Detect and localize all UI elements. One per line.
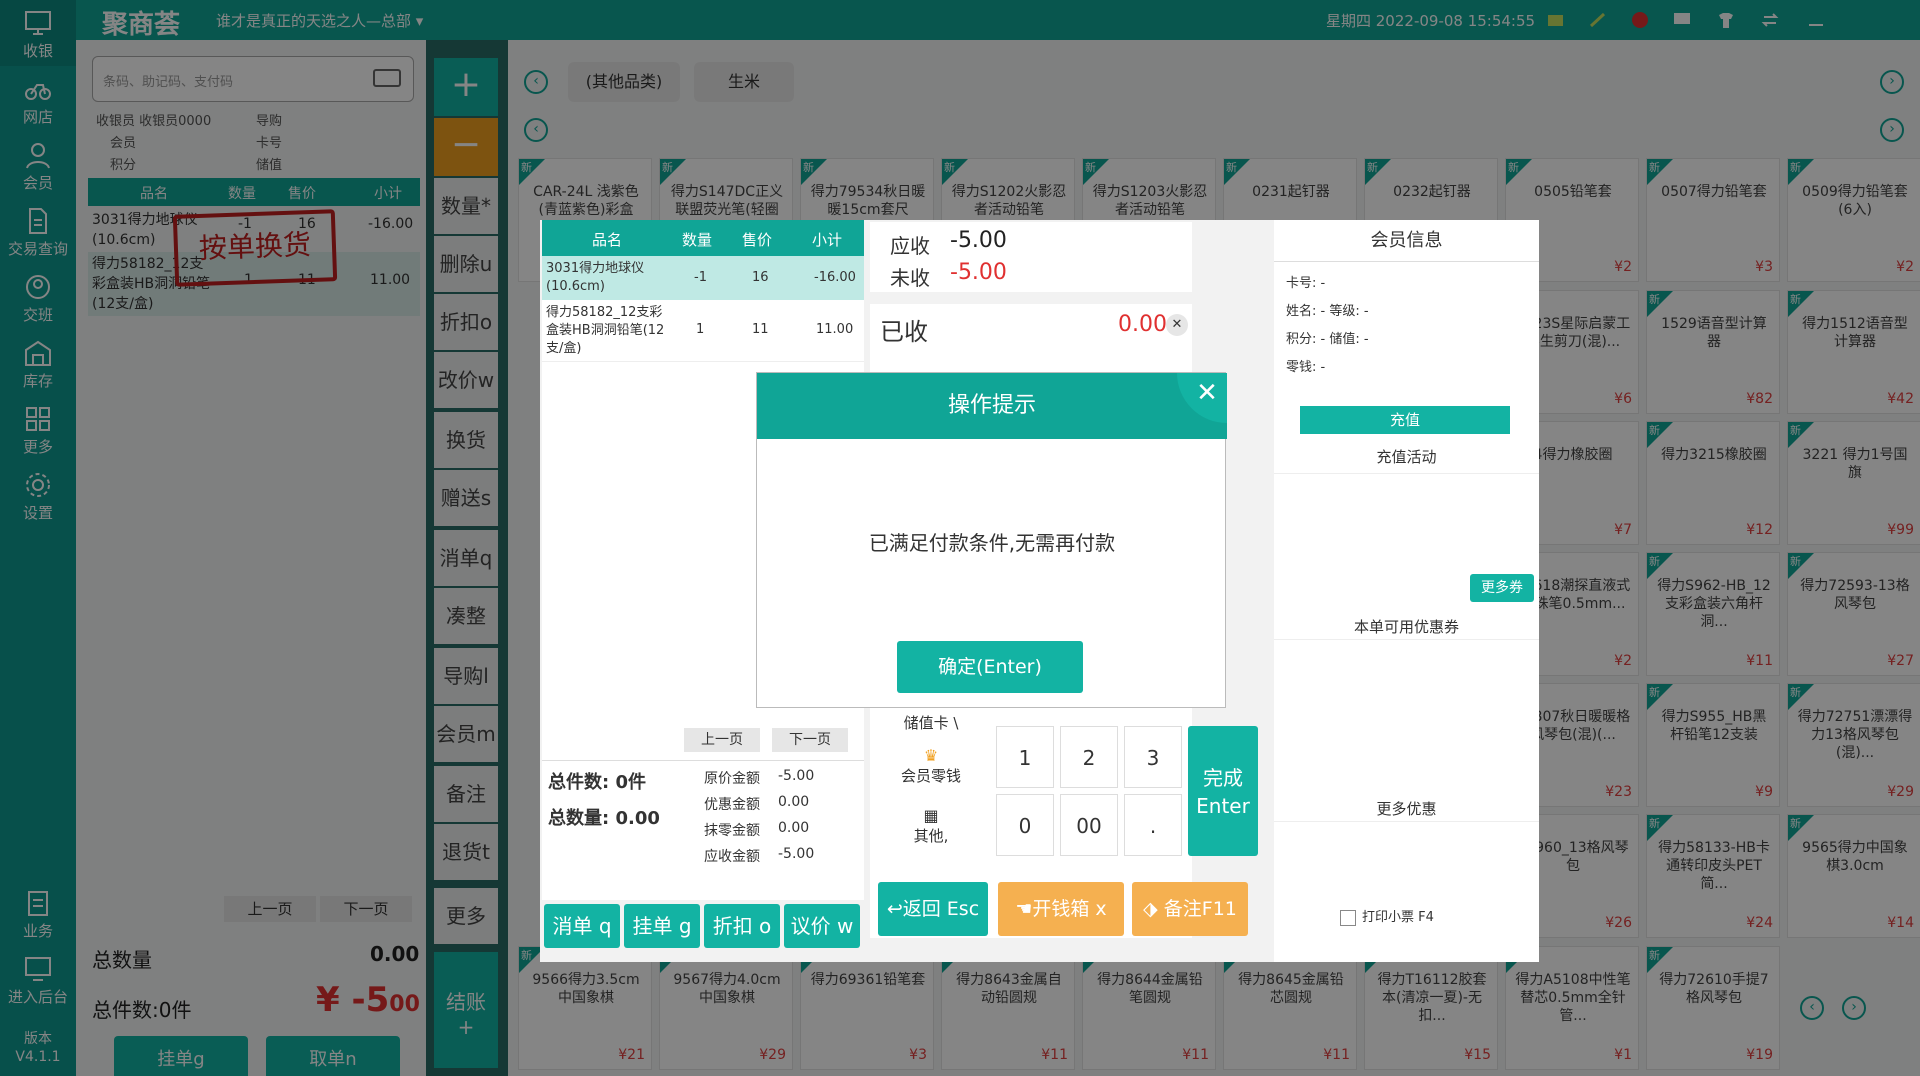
card-row: 卡号: - <box>1286 272 1325 291</box>
card-label: 卡号: <box>1286 276 1317 291</box>
amount-due-box: 应收 -5.00 未收 -5.00 <box>870 222 1192 292</box>
disc-label: 优惠金额 <box>704 797 760 813</box>
print-label: 打印小票 F4 <box>1362 910 1434 925</box>
row-price: 16 <box>752 270 769 285</box>
stored-card-label: 储值卡 \ <box>903 714 959 732</box>
key-00[interactable]: 00 <box>1060 794 1118 856</box>
cancel-order-button[interactable]: 消单 q <box>544 904 620 948</box>
complete-key: Enter <box>1196 794 1250 818</box>
level-label: 等级: <box>1329 304 1360 319</box>
col-subtotal: 小计 <box>812 231 843 249</box>
bargain-button[interactable]: 议价 w <box>784 904 860 948</box>
change-row: 零钱: - <box>1286 356 1325 375</box>
pay-table-header: 品名 数量 售价 小计 <box>542 220 864 256</box>
paid-label: 已收 <box>880 318 928 346</box>
balance-value: - <box>1363 332 1369 347</box>
stored-card-option[interactable]: 储值卡 \ <box>876 712 986 733</box>
key-dot[interactable]: . <box>1124 794 1182 856</box>
key-2[interactable]: 2 <box>1060 726 1118 788</box>
hand-icon: ☚ <box>1015 898 1033 920</box>
alert-title: 操作提示 <box>757 373 1227 439</box>
alert-message: 已满足付款条件,无需再付款 <box>868 531 1116 555</box>
receivable-label: 应收 <box>890 234 930 258</box>
orig-label: 原价金额 <box>704 771 760 787</box>
clear-icon[interactable]: ✕ <box>1166 314 1188 336</box>
table-row[interactable]: 得力58182_12支彩盒装HB洞洞铅笔(12支/盒) 1 11 11.00 <box>542 300 864 362</box>
divider <box>542 760 864 761</box>
more-coupons-button[interactable]: 更多券 <box>1470 574 1534 602</box>
key-1[interactable]: 1 <box>996 726 1054 788</box>
card-value: - <box>1320 276 1326 291</box>
member-info-panel: 会员信息 卡号: - 姓名: - 等级: - 积分: - 储值: - 零钱: -… <box>1274 220 1539 962</box>
print-receipt-toggle[interactable]: 打印小票 F4 <box>1340 906 1434 926</box>
paid-value: 0.00 <box>1118 312 1167 337</box>
crown-icon: ♛ <box>923 746 939 765</box>
points-value: - <box>1320 332 1326 347</box>
col-qty: 数量 <box>682 231 713 249</box>
row-name: 得力58182_12支彩盒装HB洞洞铅笔(12支/盒) <box>546 305 665 356</box>
disc-value: 0.00 <box>778 794 810 810</box>
row-subtotal: -16.00 <box>814 270 856 285</box>
unpaid-label: 未收 <box>890 266 930 290</box>
pay-total-qty: 总数量: 0.00 <box>548 808 660 829</box>
other-option[interactable]: ▦ 其他, <box>876 806 986 846</box>
balance-label: 储值: <box>1329 332 1360 347</box>
unpaid-value: -5.00 <box>950 260 1007 285</box>
apps-icon: ▦ <box>923 806 939 825</box>
receivable-value: -5.00 <box>950 228 1007 253</box>
print-checkbox[interactable] <box>1340 909 1356 926</box>
level-value: - <box>1363 304 1369 319</box>
drawer-label: 开钱箱 x <box>1032 898 1107 920</box>
back-label: 返回 Esc <box>902 898 980 920</box>
round-label: 抹零金额 <box>704 823 760 839</box>
member-change-option[interactable]: ♛ 会员零钱 <box>876 746 986 786</box>
name-row: 姓名: - 等级: - <box>1286 300 1369 319</box>
note-label: 备注F11 <box>1163 898 1237 920</box>
row-qty: 1 <box>696 322 705 337</box>
change-value: - <box>1320 360 1326 375</box>
row-name: 3031得力地球仪(10.6cm) <box>546 261 645 294</box>
hold-order-button[interactable]: 挂单 g <box>624 904 700 948</box>
available-coupons-label: 本单可用优惠券 <box>1274 616 1539 640</box>
back-arrow-icon: ↩ <box>886 898 903 920</box>
recharge-button[interactable]: 充值 <box>1300 406 1510 434</box>
orig-value: -5.00 <box>778 768 815 784</box>
key-0[interactable]: 0 <box>996 794 1054 856</box>
more-discounts[interactable]: 更多优惠 <box>1274 798 1539 822</box>
open-drawer-button[interactable]: ☚开钱箱 x <box>998 882 1124 936</box>
complete-label: 完成 <box>1203 766 1243 790</box>
member-info-title: 会员信息 <box>1274 220 1539 262</box>
prev-page-button[interactable]: 上一页 <box>684 728 760 752</box>
due-value: -5.00 <box>778 846 815 862</box>
name-value: - <box>1320 304 1326 319</box>
points-row: 积分: - 储值: - <box>1286 328 1369 347</box>
name-label: 姓名: <box>1286 304 1317 319</box>
change-label: 零钱: <box>1286 360 1317 375</box>
discount-button[interactable]: 折扣 o <box>704 904 780 948</box>
col-name: 品名 <box>592 231 623 249</box>
key-3[interactable]: 3 <box>1124 726 1182 788</box>
points-label: 积分: <box>1286 332 1317 347</box>
back-button[interactable]: ↩返回 Esc <box>878 882 988 936</box>
complete-button[interactable]: 完成 Enter <box>1188 726 1258 856</box>
row-qty: -1 <box>694 270 707 285</box>
member-change-label: 会员零钱 <box>900 767 961 785</box>
round-value: 0.00 <box>778 820 810 836</box>
recharge-activity[interactable]: 充值活动 <box>1274 446 1539 474</box>
confirm-button[interactable]: 确定(Enter) <box>897 641 1083 693</box>
note-button[interactable]: ⬗ 备注F11 <box>1132 882 1248 936</box>
table-row[interactable]: 3031得力地球仪(10.6cm) -1 16 -16.00 <box>542 256 864 300</box>
tag-icon: ⬗ <box>1143 898 1164 920</box>
row-subtotal: 11.00 <box>816 322 854 337</box>
next-page-button[interactable]: 下一页 <box>772 728 848 752</box>
due-label: 应收金额 <box>704 849 760 865</box>
row-price: 11 <box>752 322 769 337</box>
pay-total-items: 总件数: 0件 <box>548 772 646 793</box>
other-label: 其他, <box>913 827 949 845</box>
col-price: 售价 <box>742 231 773 249</box>
alert-dialog: 操作提示 ✕ 已满足付款条件,无需再付款 确定(Enter) <box>756 372 1227 708</box>
